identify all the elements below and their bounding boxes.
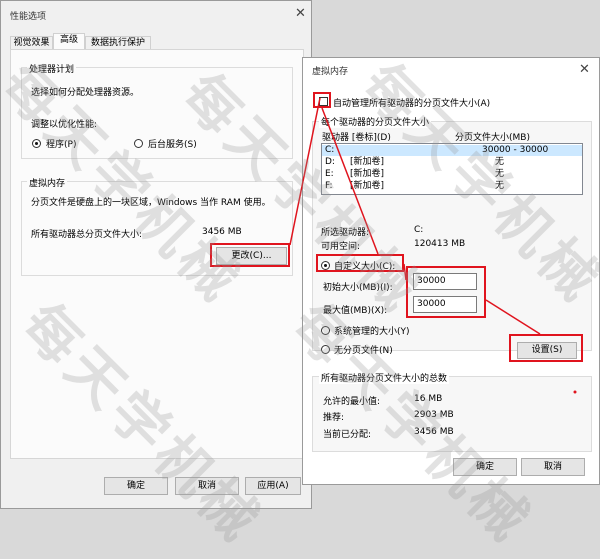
highlight-auto-checkbox [313, 92, 331, 108]
drive-label: [新加卷] [350, 157, 385, 167]
current-label: 当前已分配: [323, 430, 372, 440]
dialog-title: 性能选项 [10, 12, 47, 22]
selected-drive-value: C: [414, 225, 424, 235]
close-icon[interactable]: ✕ [579, 63, 590, 76]
recommended-label: 推荐: [323, 413, 345, 423]
vm-group-label: 虚拟内存 [27, 176, 68, 189]
vm-dialog-title: 虚拟内存 [312, 67, 349, 77]
tab-advanced[interactable]: 高级 [53, 33, 85, 50]
free-space-value: 120413 MB [414, 239, 466, 249]
close-icon[interactable]: ✕ [295, 7, 306, 20]
tab-dep[interactable]: 数据执行保护 [85, 36, 151, 50]
drive-label: [新加卷] [350, 169, 385, 179]
vm-cancel-button[interactable]: 取消 [521, 458, 585, 476]
highlight-set-button [509, 334, 583, 362]
services-label: 后台服务(S) [148, 140, 197, 150]
